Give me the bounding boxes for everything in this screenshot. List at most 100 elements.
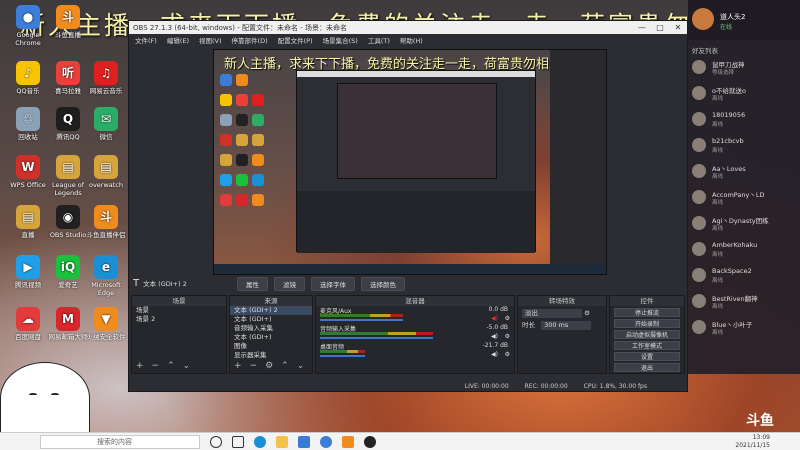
gear-icon[interactable]: ⚙ — [505, 333, 510, 340]
friend-name: BackSpace2 — [712, 267, 752, 275]
remove-icon[interactable]: − — [250, 361, 258, 371]
duration-input[interactable]: 300 ms — [541, 321, 592, 330]
select-color-button[interactable]: 选择颜色 — [361, 277, 405, 291]
menu-docks[interactable]: 停靠部件(D) — [232, 35, 268, 45]
menu-view[interactable]: 视图(V) — [199, 35, 222, 45]
store-icon[interactable] — [298, 435, 310, 448]
friend-item[interactable]: o不给就送o 离线 — [692, 84, 796, 106]
friend-item[interactable]: 18019056 离线 — [692, 110, 796, 132]
menu-profile[interactable]: 配置文件(P) — [278, 35, 313, 45]
desktop-icon[interactable]: ● Google Chrome — [6, 5, 50, 47]
friend-item[interactable]: AccomPany丶LD 离线 — [692, 188, 796, 210]
add-icon[interactable]: + — [136, 361, 144, 371]
edge-icon[interactable] — [254, 435, 266, 448]
start-recording-button[interactable]: 开始录制 — [614, 319, 680, 328]
desktop-icon[interactable]: ☁ 百度网盘 — [6, 307, 50, 341]
move-down-icon[interactable]: ⌄ — [183, 361, 191, 371]
source-item[interactable]: 显示器采集 — [230, 351, 312, 360]
desktop-icon[interactable]: ▶ 腾讯视频 — [6, 255, 50, 289]
desktop-icon[interactable]: ▼ 火绒安全软件 — [84, 307, 128, 341]
remove-icon[interactable]: − — [152, 361, 160, 371]
select-font-button[interactable]: 选择字体 — [311, 277, 355, 291]
source-item[interactable]: 文本 (GDI+) — [230, 315, 312, 324]
avatar — [692, 60, 706, 74]
desktop-icon[interactable]: ✉ 微信 — [84, 107, 128, 141]
close-icon[interactable]: ✕ — [669, 21, 687, 34]
source-item[interactable]: 文本 (GDI+) — [230, 333, 312, 342]
gear-icon[interactable]: ⚙ — [505, 315, 510, 322]
maximize-icon[interactable]: □ — [651, 21, 669, 34]
menu-scene-collection[interactable]: 场景集合(S) — [323, 35, 358, 45]
menu-help[interactable]: 帮助(H) — [400, 35, 423, 45]
source-item[interactable]: 图像 — [230, 342, 312, 351]
obs-icon[interactable] — [364, 435, 376, 448]
friend-item[interactable]: 鼠甲刀战神 等级选择 — [692, 58, 796, 80]
desktop-icon[interactable]: ♲ 回收站 — [6, 107, 50, 141]
douyu-icon[interactable] — [342, 435, 354, 448]
profile-header: 道人头2 在线 — [688, 0, 800, 40]
menu-edit[interactable]: 编辑(E) — [167, 35, 189, 45]
obs-statusbar: LIVE: 00:00:00 REC: 00:00:00 CPU: 1.8%, … — [129, 381, 687, 391]
volume-slider[interactable] — [320, 319, 403, 321]
desktop-icon[interactable]: ♫ 网易云音乐 — [84, 61, 128, 95]
desktop-icon[interactable]: W WPS Office — [6, 155, 50, 189]
scene-item[interactable]: 场景 — [132, 306, 226, 315]
obs-window[interactable]: OBS 27.1.3 (64-bit, windows) - 配置文件：未命名 … — [128, 20, 688, 392]
source-item[interactable]: 音频输入采集 — [230, 324, 312, 333]
task-view-icon[interactable] — [232, 435, 244, 448]
friend-item[interactable]: b21cbcvb 离线 — [692, 136, 796, 158]
desktop-icon[interactable]: ▤ overwatch — [84, 155, 128, 189]
taskbar-clock[interactable]: 13:09 2021/11/15 — [735, 434, 770, 450]
avatar — [692, 320, 706, 334]
friends-panel: 道人头2 在线 好友列表 鼠甲刀战神 等级选择 o不给就送o 离线 18019056 离线… — [688, 0, 800, 374]
menu-tools[interactable]: 工具(T) — [368, 35, 390, 45]
taskbar-search-box[interactable]: 搜索的内容 — [40, 434, 200, 449]
move-up-icon[interactable]: ⌃ — [167, 361, 175, 371]
obs-preview-canvas[interactable]: 新人主播，求来下下播，免费的关注走一走，荷富贵勿相忘 — [213, 49, 607, 275]
menu-file[interactable]: 文件(F) — [135, 35, 157, 45]
app-icon: M — [56, 307, 80, 331]
studio-mode-button[interactable]: 工作室模式 — [614, 341, 680, 350]
speaker-icon[interactable]: ◀) — [491, 333, 498, 340]
file-explorer-icon[interactable] — [276, 435, 288, 448]
speaker-icon[interactable]: ◀) — [491, 315, 498, 322]
gear-icon[interactable]: ⚙ — [505, 351, 510, 358]
friend-name: 18019056 — [712, 111, 746, 119]
friend-status: 等级选择 — [712, 70, 735, 76]
friend-item[interactable]: AmberKohaku 离线 — [692, 240, 796, 262]
avatar[interactable] — [692, 8, 714, 30]
gear-icon[interactable]: ⚙ — [265, 361, 273, 371]
scene-item[interactable]: 场景 2 — [132, 315, 226, 324]
cortana-icon[interactable] — [210, 435, 222, 448]
source-item[interactable]: 文本 (GDI+) 2 — [230, 306, 312, 315]
friend-item[interactable]: BackSpace2 离线 — [692, 266, 796, 288]
friend-item[interactable]: BestRiven翻神 离线 — [692, 292, 796, 314]
desktop-icon[interactable]: ▤ 直播 — [6, 205, 50, 239]
transition-type-select[interactable]: 淡出 ⚙ — [518, 309, 606, 318]
scenes-dock-title: 场景 — [132, 296, 226, 306]
stop-streaming-button[interactable]: 停止推流 — [614, 308, 680, 317]
start-virtual-camera-button[interactable]: 启动虚拟摄像机 — [614, 330, 680, 339]
friend-item[interactable]: Blue丶小叶子 离线 — [692, 318, 796, 340]
filters-button[interactable]: 滤镜 — [274, 277, 305, 291]
move-down-icon[interactable]: ⌄ — [297, 361, 305, 371]
volume-slider[interactable] — [320, 355, 365, 357]
obs-titlebar[interactable]: OBS 27.1.3 (64-bit, windows) - 配置文件：未命名 … — [129, 21, 687, 34]
exit-button[interactable]: 退出 — [614, 363, 680, 372]
move-up-icon[interactable]: ⌃ — [281, 361, 289, 371]
minimize-icon[interactable]: — — [633, 21, 651, 34]
volume-slider[interactable] — [320, 337, 433, 339]
speaker-icon[interactable]: ◀) — [491, 351, 498, 358]
friend-item[interactable]: Aa丶Loves 离线 — [692, 162, 796, 184]
clock-time: 13:09 — [752, 434, 770, 441]
chrome-icon[interactable] — [320, 435, 332, 448]
desktop-icon[interactable]: e Microsoft Edge — [84, 255, 128, 297]
friend-item[interactable]: Agi丶Dynasty团练 离线 — [692, 214, 796, 236]
properties-button[interactable]: 属性 — [237, 277, 268, 291]
desktop-icon[interactable]: ♪ QQ音乐 — [6, 61, 50, 95]
desktop-icon[interactable]: 斗斗鱼直播伴侣 — [84, 205, 128, 239]
desktop-icon[interactable]: 斗斗鱼直播 — [46, 5, 90, 39]
add-icon[interactable]: + — [234, 361, 242, 371]
settings-button[interactable]: 设置 — [614, 352, 680, 361]
gear-icon[interactable]: ⚙ — [584, 309, 590, 317]
